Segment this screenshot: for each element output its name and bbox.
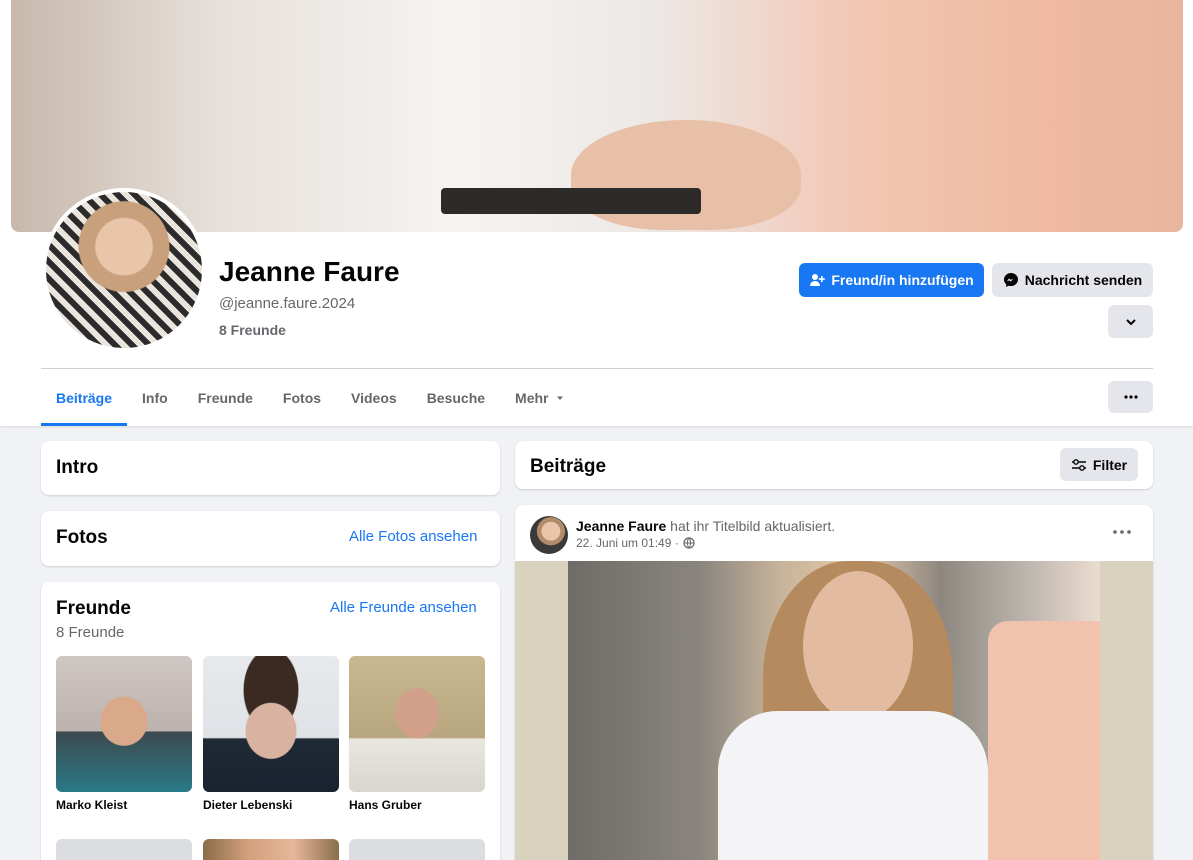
filter-icon [1071, 458, 1086, 471]
profile-avatar[interactable] [42, 188, 206, 352]
post-action-text: hat ihr Titelbild aktualisiert. [670, 518, 836, 534]
friends-count: 8 Freunde [56, 624, 125, 641]
post-photo [568, 561, 1100, 860]
friend-tile[interactable]: Hans Gruber [349, 656, 485, 812]
send-message-label: Nachricht senden [1024, 272, 1143, 288]
filter-label: Filter [1092, 456, 1128, 473]
messenger-icon [1003, 273, 1018, 287]
cover-photo[interactable] [11, 0, 1183, 232]
post-header-line: Jeanne Faure hat ihr Titelbild aktualisi… [576, 518, 835, 534]
all-friends-link[interactable]: Alle Freunde ansehen [330, 599, 477, 616]
post-photo-face [803, 571, 913, 721]
more-dots-icon [1123, 395, 1138, 399]
post-image[interactable] [515, 561, 1153, 860]
tab-friends[interactable]: Freunde [183, 369, 268, 426]
friend-photo [349, 656, 485, 792]
filter-button[interactable]: Filter [1060, 448, 1138, 481]
tab-more-label: Mehr [515, 389, 549, 406]
friend-photo [203, 656, 339, 792]
send-message-button[interactable]: Nachricht senden [992, 263, 1153, 297]
friends-title: Freunde [56, 598, 131, 619]
friend-photo-placeholder[interactable] [56, 839, 192, 860]
friend-name: Marko Kleist [56, 798, 128, 812]
tab-more[interactable]: Mehr [500, 369, 579, 426]
post-author-avatar[interactable] [530, 516, 568, 554]
post-meta: 22. Juni um 01:49 · [576, 536, 695, 550]
post-timestamp[interactable]: 22. Juni um 01:49 · [576, 536, 679, 550]
intro-title: Intro [56, 457, 99, 478]
caret-down-icon [556, 396, 563, 400]
intro-card: Intro [41, 441, 500, 495]
profile-more-options-button[interactable] [1108, 381, 1153, 413]
friend-tile[interactable]: Dieter Lebenski [203, 656, 339, 812]
chevron-down-icon [1125, 318, 1136, 325]
post-photo-shirt [718, 711, 988, 860]
friend-photo [56, 656, 192, 792]
tab-videos[interactable]: Videos [336, 369, 412, 426]
friend-tile[interactable]: Marko Kleist [56, 656, 192, 812]
post-author-name[interactable]: Jeanne Faure [576, 518, 666, 534]
tab-photos[interactable]: Fotos [268, 369, 336, 426]
photos-card: Fotos Alle Fotos ansehen [41, 511, 500, 566]
post-options-button[interactable] [1110, 520, 1134, 544]
profile-tabs: Beiträge Info Freunde Fotos Videos Besuc… [41, 369, 580, 426]
add-friend-button[interactable]: Freund/in hinzufügen [799, 263, 984, 297]
post-photo-dress [988, 621, 1100, 860]
all-photos-link[interactable]: Alle Fotos ansehen [349, 528, 477, 545]
friends-card: Freunde Alle Freunde ansehen 8 Freunde M… [41, 582, 500, 860]
profile-handle: @jeanne.faure.2024 [219, 295, 356, 312]
posts-header-card: Beiträge [515, 441, 1153, 489]
tab-checkins[interactable]: Besuche [412, 369, 500, 426]
friend-photo-placeholder[interactable] [349, 839, 485, 860]
tab-info[interactable]: Info [127, 369, 183, 426]
cover-photo-belt [441, 188, 701, 214]
friend-name: Hans Gruber [349, 798, 422, 812]
posts-title: Beiträge [530, 456, 607, 477]
tab-posts[interactable]: Beiträge [41, 369, 128, 426]
globe-icon [683, 537, 695, 549]
profile-friends-count[interactable]: 8 Freunde [219, 322, 286, 338]
photos-title: Fotos [56, 527, 108, 548]
add-friend-icon [810, 274, 826, 286]
add-friend-label: Freund/in hinzufügen [831, 272, 974, 288]
profile-name: Jeanne Faure [219, 256, 400, 287]
more-dots-icon [1113, 530, 1131, 534]
profile-options-dropdown[interactable] [1108, 305, 1153, 338]
friend-photo-placeholder[interactable] [203, 839, 339, 860]
friend-name: Dieter Lebenski [203, 798, 293, 812]
